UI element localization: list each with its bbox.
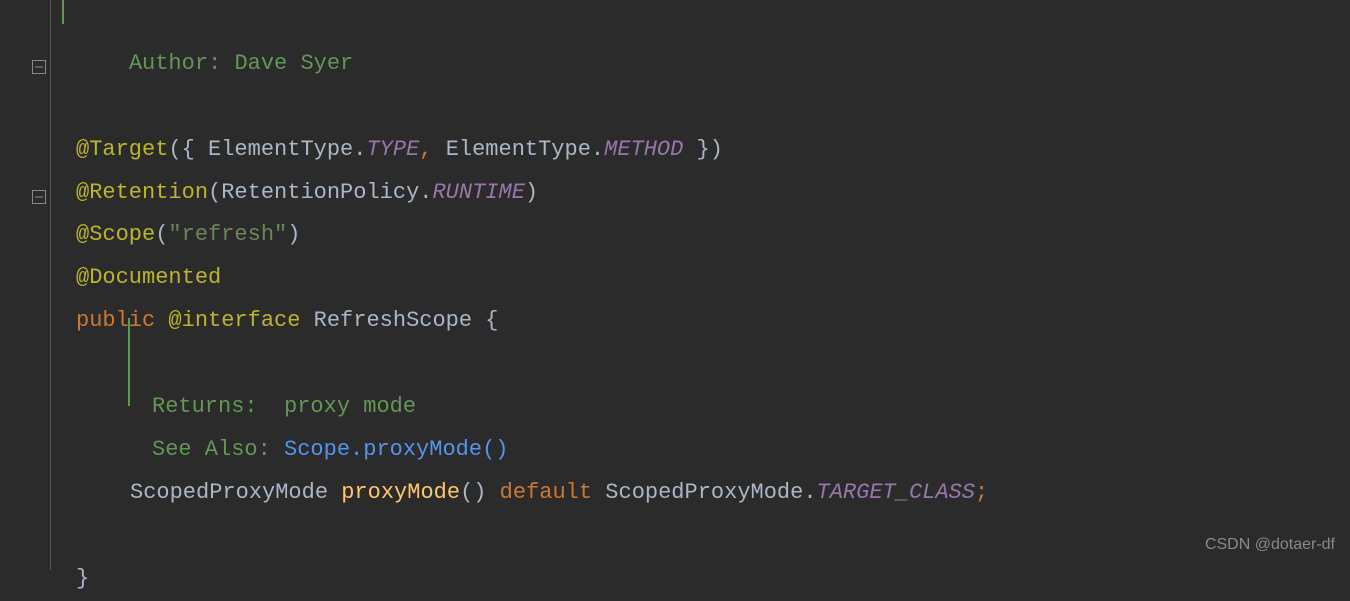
author-name: Dave Syer — [221, 51, 353, 76]
code-line: @Retention(RetentionPolicy.RUNTIME) — [54, 172, 1350, 215]
code-area[interactable]: Author: Dave Syer @Target({ ElementType.… — [54, 0, 1350, 601]
fold-icon[interactable] — [32, 60, 46, 74]
fold-icon[interactable] — [32, 190, 46, 204]
code-line: Author: Dave Syer — [54, 0, 1350, 129]
empty-line — [54, 515, 1350, 558]
gutter — [0, 0, 50, 570]
code-line: See Also: Scope.proxyMode() — [54, 429, 1350, 472]
returns-label: Returns: — [152, 394, 258, 419]
code-line: } — [54, 558, 1350, 601]
code-line: @Documented — [54, 257, 1350, 300]
watermark: CSDN @dotaer-df — [1205, 529, 1335, 560]
keyword: public — [76, 308, 168, 333]
code-line: ScopedProxyMode proxyMode() default Scop… — [54, 472, 1350, 515]
seealso-label: See Also: — [152, 437, 271, 462]
annotation: @Documented — [76, 265, 221, 290]
annotation: @Scope — [76, 222, 155, 247]
annotation: @Target — [76, 137, 168, 162]
annotation: @Retention — [76, 180, 208, 205]
string-literal: "refresh" — [168, 222, 287, 247]
gutter-line — [50, 0, 51, 570]
seealso-link[interactable]: Scope.proxyMode() — [284, 437, 508, 462]
code-line: @Target({ ElementType.TYPE, ElementType.… — [54, 129, 1350, 172]
code-line: @Scope("refresh") — [54, 214, 1350, 257]
method-name: proxyMode — [341, 480, 460, 505]
empty-line — [54, 343, 1350, 386]
returns-value: proxy mode — [284, 394, 416, 419]
code-line: public @interface RefreshScope { — [54, 300, 1350, 343]
author-label: Author: — [129, 51, 221, 76]
code-line: Returns: proxy mode — [54, 386, 1350, 429]
